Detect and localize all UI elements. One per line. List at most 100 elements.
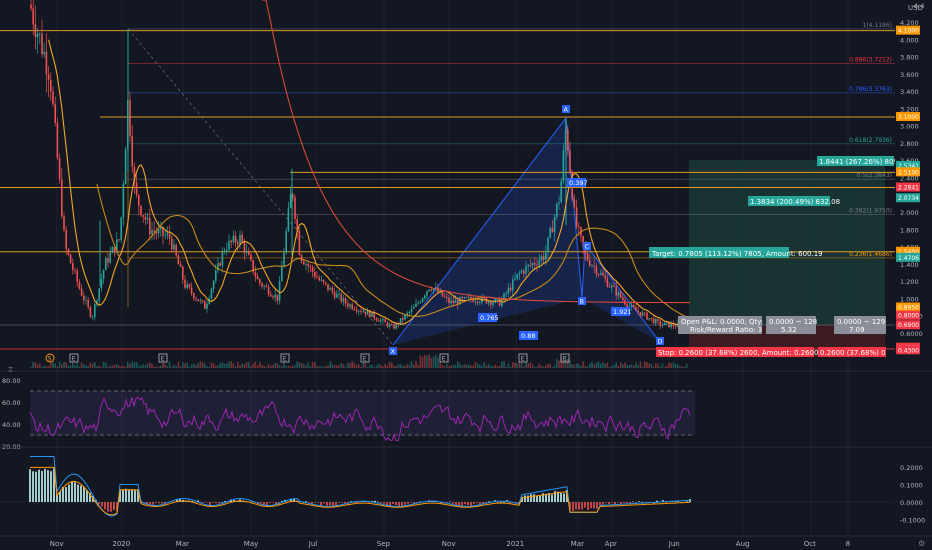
volume-bar <box>50 362 52 368</box>
macd-bar <box>329 502 331 506</box>
volume-bar <box>289 365 292 368</box>
volume-bar <box>457 361 459 368</box>
macd-bar <box>44 468 46 502</box>
candle-body <box>391 324 393 326</box>
volume-bar <box>89 362 92 368</box>
earnings-badge-label: E <box>442 356 446 363</box>
earnings-badge-label: E <box>283 356 287 363</box>
macd-bar <box>626 502 628 504</box>
volume-bar <box>162 363 164 368</box>
candle-body <box>164 235 166 236</box>
candle-body <box>630 304 633 307</box>
volume-bar <box>483 362 485 368</box>
candle-body <box>259 279 261 284</box>
price-axis[interactable]: 4.2004.0003.8003.6003.4003.2003.0002.800… <box>895 0 932 370</box>
candle-body <box>589 260 591 266</box>
volume-bar <box>586 366 589 368</box>
candle-body <box>83 295 85 301</box>
candle-body <box>542 256 545 261</box>
candle-body <box>384 319 386 323</box>
volume-bar <box>120 366 122 368</box>
candle-body <box>347 303 349 307</box>
volume-bar <box>309 366 312 368</box>
volume-bar <box>670 363 672 368</box>
candle-body <box>670 323 672 328</box>
volume-bar <box>553 365 556 368</box>
candle-body <box>131 135 133 167</box>
volume-bar <box>369 365 371 368</box>
volume-bar <box>96 366 98 368</box>
volume-bar <box>259 361 261 368</box>
macd-bar <box>272 502 274 503</box>
volume-bar <box>593 364 595 368</box>
macd-bar <box>212 502 214 503</box>
candle-body <box>608 286 611 288</box>
candle-body <box>151 230 153 235</box>
earnings-badge-label: E <box>563 356 567 363</box>
volume-bar <box>619 362 622 368</box>
macd-bar <box>125 488 127 502</box>
candle-body <box>476 301 479 303</box>
candle-body <box>531 263 534 266</box>
volume-bar <box>551 366 554 368</box>
volume-bar <box>274 363 276 368</box>
candle-body <box>171 238 173 250</box>
volume-bar <box>646 362 648 368</box>
macd-bar <box>323 502 325 504</box>
macd-bar <box>107 502 109 512</box>
chart-canvas[interactable]: 1(4.1186) 0.886(3.7212) 0.786(3.3763) 0.618… <box>0 0 932 550</box>
volume-bar <box>204 363 206 368</box>
volume-bar <box>622 364 624 368</box>
volume-bar <box>439 363 441 368</box>
candle-body <box>65 229 67 249</box>
time-tick: 8 <box>846 540 850 548</box>
candle-body <box>558 202 560 204</box>
candle-body <box>263 285 265 287</box>
candle-body <box>107 258 109 263</box>
candle-body <box>111 247 114 254</box>
macd-bar <box>581 502 583 510</box>
candle-body <box>102 269 105 280</box>
macd-bar <box>536 496 538 502</box>
candle-body <box>129 100 131 136</box>
macd-bar <box>641 501 643 503</box>
volume-bar <box>661 363 664 368</box>
volume-bar <box>294 365 296 368</box>
volume-bar <box>615 362 617 368</box>
open-pl-label: Open P&L: 0.0000, Qty: 128 <box>681 318 779 326</box>
volume-bar <box>190 364 193 368</box>
candle-body <box>569 150 571 173</box>
volume-bar <box>127 361 129 368</box>
volume-bar <box>668 362 670 368</box>
volume-bar <box>223 363 226 368</box>
candle-body <box>177 255 180 265</box>
macd-bar <box>341 502 343 503</box>
macd-bar <box>128 489 130 502</box>
macd-bar <box>602 502 604 505</box>
time-tick: Sep <box>377 540 391 548</box>
settings-icon[interactable]: ⚙ <box>918 539 925 548</box>
volume-bar <box>261 364 263 368</box>
candle-body <box>175 244 177 256</box>
volume-bar <box>138 365 140 368</box>
candle-body <box>388 324 391 327</box>
candle-body <box>52 91 54 105</box>
volume-bar <box>474 361 477 368</box>
candle-body <box>358 310 360 312</box>
volume-bar <box>217 365 219 368</box>
volume-bar <box>173 364 175 368</box>
macd-bar <box>500 501 502 503</box>
macd-bar <box>686 501 688 503</box>
volume-bar <box>118 365 120 368</box>
volume-bar <box>529 362 532 368</box>
candle-body <box>512 279 514 291</box>
volume-bar <box>30 366 32 368</box>
volume-bar <box>256 365 259 368</box>
volume-bar <box>380 365 382 368</box>
macd-bar <box>449 501 451 503</box>
volume-bar <box>399 363 402 368</box>
macd-bar <box>587 502 589 510</box>
candle-body <box>404 314 406 320</box>
volume-bar <box>281 366 283 368</box>
ratio-label-1: 0.88 <box>521 332 535 340</box>
